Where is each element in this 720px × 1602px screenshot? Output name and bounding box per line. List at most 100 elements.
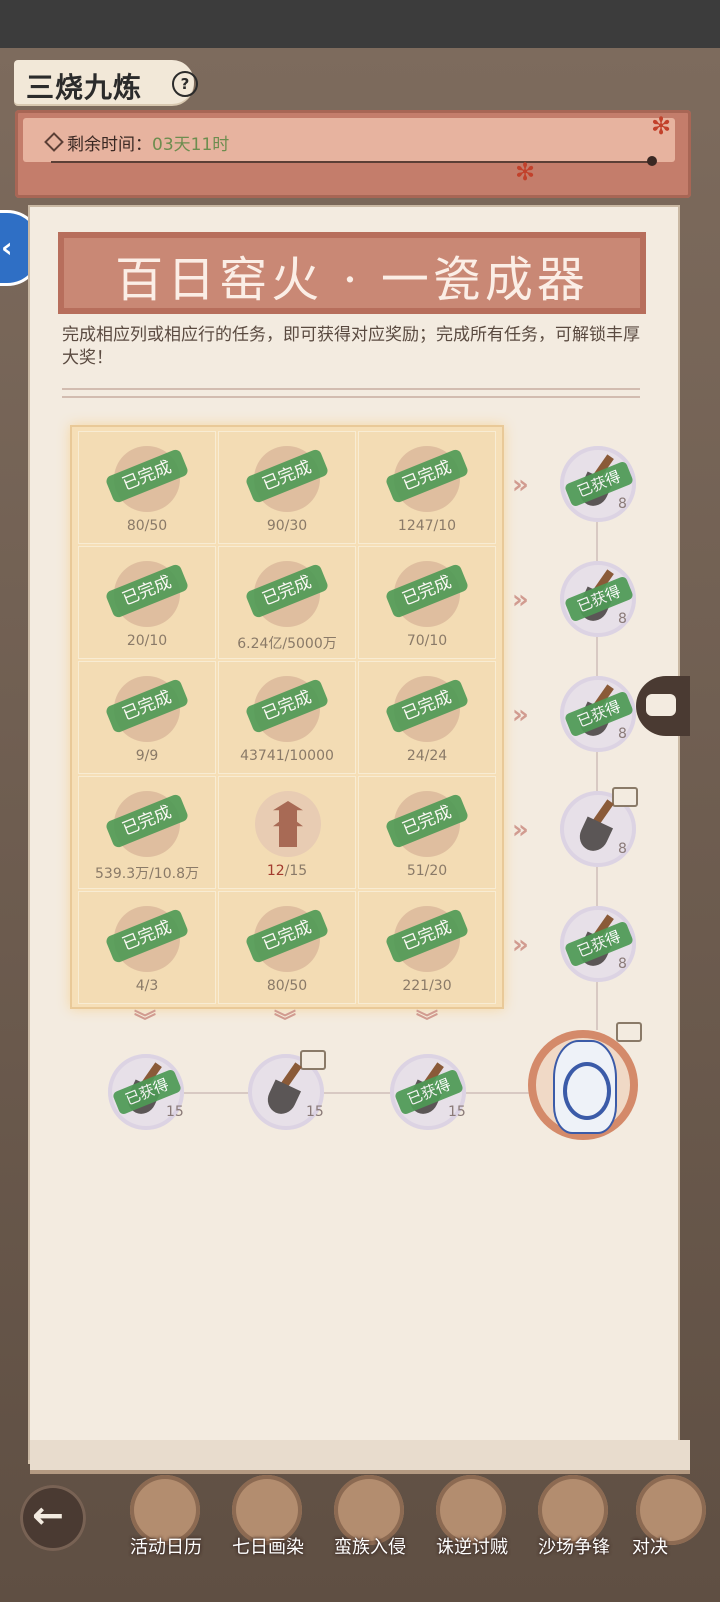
back-arrow-icon: ← [32,1493,64,1537]
grand-prize[interactable] [528,1022,642,1140]
reward-qty: 8 [618,611,627,627]
nav-item-invasion[interactable]: 蛮族入侵 [322,1475,418,1585]
scroll-roller [30,1440,690,1474]
task-cell[interactable]: 已完成 539.3万/10.8万 [78,776,216,889]
column-arrow-icon: ︾ [134,1010,157,1035]
task-progress: 80/50 [266,978,308,994]
task-progress: 12/15 [266,863,308,879]
nav-item-painting[interactable]: 七日画染 [220,1475,316,1585]
row-reward[interactable]: 已获得 8 [560,561,636,637]
back-button[interactable]: ← [20,1485,86,1551]
row-arrow-icon: » [512,470,529,500]
nav-item-label: 沙场争锋 [538,1537,610,1558]
task-progress: 9/9 [135,748,159,764]
row-arrow-icon: » [512,585,529,615]
column-reward[interactable]: 已获得 15 [108,1054,184,1130]
chat-icon [646,694,676,716]
task-cell[interactable]: 已完成 4/3 [78,891,216,1004]
row-reward-unclaimed[interactable]: 8 [560,787,638,867]
nav-item-label: 活动日历 [130,1537,202,1558]
task-progress: 1247/10 [397,518,457,534]
timer-value: 03天11时 [152,135,230,155]
task-cell[interactable]: 已完成 51/20 [358,776,496,889]
reward-connector [150,1092,550,1094]
task-grid: 已完成 80/50 已完成 90/30 已完成 1247/10 已完成 20/10 已完… [70,425,504,1009]
row-arrow-icon: » [512,815,529,845]
task-progress: 539.3万/10.8万 [95,866,199,882]
row-reward[interactable]: 已获得 8 [560,446,636,522]
maple-leaf-icon: ✻ [515,158,536,186]
row-arrow-icon: » [512,700,529,730]
event-banner: 百日窑火 · 一瓷成器 [58,232,646,314]
timer-label: 剩余时间： [67,135,152,155]
app-title-badge: 三烧九炼 ? [14,60,198,104]
column-reward-unclaimed[interactable]: 15 [248,1050,326,1130]
task-cell[interactable]: 已完成 20/10 [78,546,216,659]
row-reward[interactable]: 已获得 8 [560,676,636,752]
task-cell[interactable]: 已完成 43741/10000 [218,661,356,774]
task-cell[interactable]: 已完成 221/30 [358,891,496,1004]
reward-qty: 8 [618,496,627,512]
help-icon[interactable]: ? [172,71,198,97]
bottom-nav: ← 活动日历 七日画染 蛮族入侵 诛逆讨贼 沙场争锋 对决 [0,1470,720,1602]
task-cell[interactable]: 已完成 70/10 [358,546,496,659]
nav-item-label: 七日画染 [232,1537,304,1558]
timer-text: 剩余时间：03天11时 [67,130,229,155]
tag-icon [616,1022,642,1042]
nav-item-label: 对决 [632,1537,668,1558]
status-bar [0,0,720,48]
collapse-arrow-icon: ‹ [1,231,13,264]
nav-item-duel[interactable]: 对决 [624,1475,720,1585]
diamond-icon [44,132,64,152]
chat-button[interactable] [636,676,690,736]
reward-qty: 15 [448,1104,466,1120]
progress-current: 12 [266,863,285,879]
nav-item-label: 诛逆讨贼 [436,1537,508,1558]
task-progress: 80/50 [126,518,168,534]
task-cell[interactable]: 已完成 6.24亿/5000万 [218,546,356,659]
task-progress: 4/3 [135,978,159,994]
reward-qty: 8 [618,841,627,857]
shovel-icon [574,799,616,856]
task-progress: 43741/10000 [240,748,334,764]
task-cell[interactable]: 已完成 1247/10 [358,431,496,544]
reward-qty: 8 [618,726,627,742]
reward-qty: 15 [306,1104,324,1120]
nav-item-calendar[interactable]: 活动日历 [118,1475,214,1585]
task-progress: 51/20 [406,863,448,879]
task-cell[interactable]: 已完成 80/50 [218,891,356,1004]
column-arrow-icon: ︾ [416,1010,439,1035]
column-reward[interactable]: 已获得 15 [390,1054,466,1130]
timer-line [51,161,651,163]
event-description: 完成相应列或相应行的任务，即可获得对应奖励；完成所有任务，可解锁丰厚大奖！ [62,325,640,368]
timer-panel: 剩余时间：03天11时 ✻ ✻ [15,110,691,198]
task-progress: 6.24亿/5000万 [237,636,337,652]
nav-item-label: 蛮族入侵 [334,1537,406,1558]
task-progress: 221/30 [402,978,452,994]
timer-dot [647,156,657,166]
task-progress: 90/30 [266,518,308,534]
task-cell[interactable]: 已完成 24/24 [358,661,496,774]
reward-qty: 8 [618,956,627,972]
shovel-icon [262,1062,304,1119]
porcelain-vase-icon [553,1040,617,1134]
task-progress: 70/10 [406,633,448,649]
timer-strip: 剩余时间：03天11时 [23,118,675,166]
task-progress: 20/10 [126,633,168,649]
reward-qty: 15 [166,1104,184,1120]
divider [62,388,640,398]
task-cell-incomplete[interactable]: 12/15 [218,776,356,889]
column-arrow-icon: ︾ [274,1010,297,1035]
task-cell[interactable]: 已完成 80/50 [78,431,216,544]
task-cell[interactable]: 已完成 90/30 [218,431,356,544]
row-reward[interactable]: 已获得 8 [560,906,636,982]
nav-item-battlefield[interactable]: 沙场争锋 [526,1475,622,1585]
maple-leaf-icon: ✻ [651,112,672,140]
task-progress: 24/24 [406,748,448,764]
banner-title: 百日窑火 · 一瓷成器 [115,252,589,308]
task-cell[interactable]: 已完成 9/9 [78,661,216,774]
pagoda-icon [255,791,321,857]
nav-item-rebels[interactable]: 诛逆讨贼 [424,1475,520,1585]
app-title: 三烧九炼 [26,71,143,104]
row-arrow-icon: » [512,930,529,960]
